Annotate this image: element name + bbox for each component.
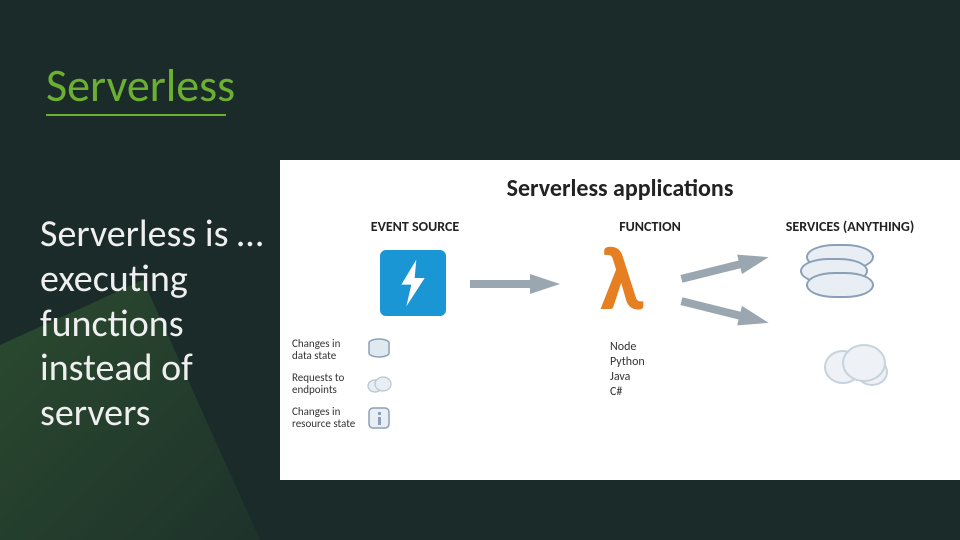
- database-icon: [366, 337, 392, 363]
- lambda-icon: λ: [600, 234, 644, 324]
- event-row-endpoints: Requests to endpoints: [292, 370, 392, 398]
- service-cloud-icon: [820, 340, 890, 382]
- event-row-label: Changes in data state: [292, 338, 358, 362]
- language-item: C#: [610, 385, 645, 400]
- arrow-function-to-service-bottom-icon: [678, 289, 771, 334]
- diagram-title: Serverless applications: [280, 174, 960, 203]
- slide-subtitle: Serverless is … executing functions inst…: [40, 212, 263, 436]
- column-event-source-heading: EVENT SOURCE: [330, 218, 500, 235]
- diagram-panel: Serverless applications EVENT SOURCE FUN…: [280, 160, 960, 480]
- arrow-event-to-function-icon: [470, 272, 560, 296]
- column-services-heading: SERVICES (ANYTHING): [760, 218, 940, 235]
- event-row-resource-state: Changes in resource state: [292, 404, 392, 432]
- event-source-list: Changes in data state Requests to endpoi…: [292, 336, 392, 438]
- arrow-function-to-service-top-icon: [678, 245, 771, 290]
- event-source-bolt-icon: [380, 250, 446, 316]
- service-database-icon: [800, 244, 870, 298]
- cloud-icon: [366, 371, 392, 397]
- slide-title: Serverless: [46, 58, 235, 114]
- title-underline: [46, 114, 226, 116]
- event-row-label: Changes in resource state: [292, 406, 358, 430]
- event-row-data-state: Changes in data state: [292, 336, 392, 364]
- language-item: Node: [610, 340, 645, 355]
- info-icon: [366, 405, 392, 431]
- language-item: Python: [610, 355, 645, 370]
- slide: Serverless Serverless is … executing fun…: [0, 0, 960, 540]
- language-list: Node Python Java C#: [610, 340, 645, 400]
- language-item: Java: [610, 370, 645, 385]
- event-row-label: Requests to endpoints: [292, 372, 358, 396]
